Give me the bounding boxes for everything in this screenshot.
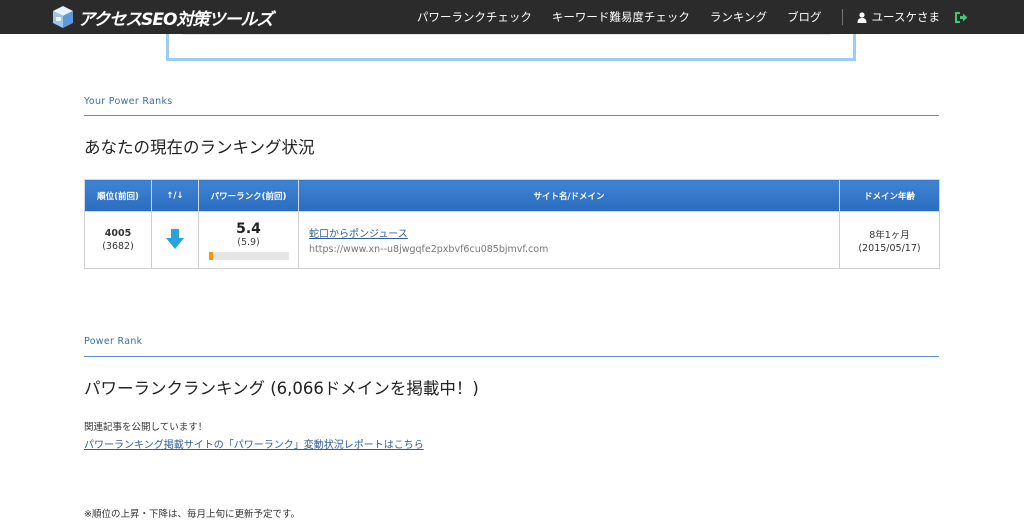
power-value: 5.4 <box>236 220 261 237</box>
domain-age: 8年1ヶ月 <box>869 229 910 241</box>
related-article-intro: 関連記事を公開しています！ <box>84 422 208 433</box>
rank-value: 4005 <box>104 228 132 239</box>
site-header: アクセスSEO対策ツールズ パワーランクチェック キーワード難易度チェック ラン… <box>0 0 1024 34</box>
trend-cell <box>151 211 199 269</box>
nav-keyword-difficulty-check[interactable]: キーワード難易度チェック <box>552 9 690 25</box>
cube-logo-icon <box>53 6 73 28</box>
col-domain-age: ドメイン年齢 <box>839 179 940 212</box>
site-domain: https://www.xn--u8jwgqfe2pxbvf6cu085bjmv… <box>309 244 549 255</box>
logout-icon <box>955 11 968 23</box>
nav-ranking[interactable]: ランキング <box>710 9 767 25</box>
col-site: サイト名/ドメイン <box>298 179 840 212</box>
power-rank-eyebrow: Power Rank <box>84 336 143 347</box>
user-name: ユースケさま <box>871 10 940 24</box>
nav-divider <box>841 9 843 25</box>
col-trend: ↑/↓ <box>151 179 199 212</box>
your-ranks-title: あなたの現在のランキング状況 <box>84 138 315 157</box>
logo-text: アクセスSEO対策ツールズ <box>78 9 273 30</box>
power-cell: 5.4 (5.9) <box>198 211 299 269</box>
user-menu[interactable]: ユースケさま <box>857 9 940 25</box>
main-nav: パワーランクチェック キーワード難易度チェック ランキング ブログ ユースケさま <box>417 0 1024 34</box>
rank-previous: (3682) <box>102 241 134 252</box>
rank-table: 順位(前回) ↑/↓ パワーランク(前回) サイト名/ドメイン ドメイン年齢 4… <box>84 179 940 269</box>
power-rank-title: パワーランクランキング (6,066ドメインを掲載中！) <box>84 379 479 398</box>
nav-power-rank-check[interactable]: パワーランクチェック <box>417 9 532 25</box>
site-cell: 蛇口からポンジュース https://www.xn--u8jwgqfe2pxbv… <box>298 211 840 269</box>
rank-cell: 4005 (3682) <box>84 211 152 269</box>
power-progress-fill <box>208 251 213 260</box>
user-icon <box>857 11 867 23</box>
top-panel-divider <box>183 34 831 35</box>
logout-button[interactable] <box>954 11 968 24</box>
table-header-row: 順位(前回) ↑/↓ パワーランク(前回) サイト名/ドメイン ドメイン年齢 <box>84 179 940 212</box>
nav-blog[interactable]: ブログ <box>787 9 822 25</box>
power-previous: (5.9) <box>237 236 260 248</box>
power-progress-bar <box>208 251 289 260</box>
table-row: 4005 (3682) 5.4 (5.9) 蛇口からポンジュース https:/… <box>84 211 940 269</box>
col-rank: 順位(前回) <box>84 179 152 212</box>
arrow-down-icon <box>166 228 184 249</box>
age-cell: 8年1ヶ月 (2015/05/17) <box>839 211 940 269</box>
update-note: ※順位の上昇・下降は、毎月上旬に更新予定です。 <box>84 509 301 520</box>
report-link[interactable]: パワーランキング掲載サイトの「パワーランク」変動状況レポートはこちら <box>84 436 424 451</box>
col-power-rank: パワーランク(前回) <box>198 179 299 212</box>
site-name-link[interactable]: 蛇口からポンジュース <box>309 229 408 240</box>
domain-registered-date: (2015/05/17) <box>858 242 921 254</box>
your-ranks-eyebrow: Your Power Ranks <box>84 96 173 107</box>
top-panel-frame <box>166 34 856 61</box>
section-rule <box>84 115 939 116</box>
site-logo[interactable]: アクセスSEO対策ツールズ <box>52 5 273 30</box>
section-rule <box>84 356 939 357</box>
